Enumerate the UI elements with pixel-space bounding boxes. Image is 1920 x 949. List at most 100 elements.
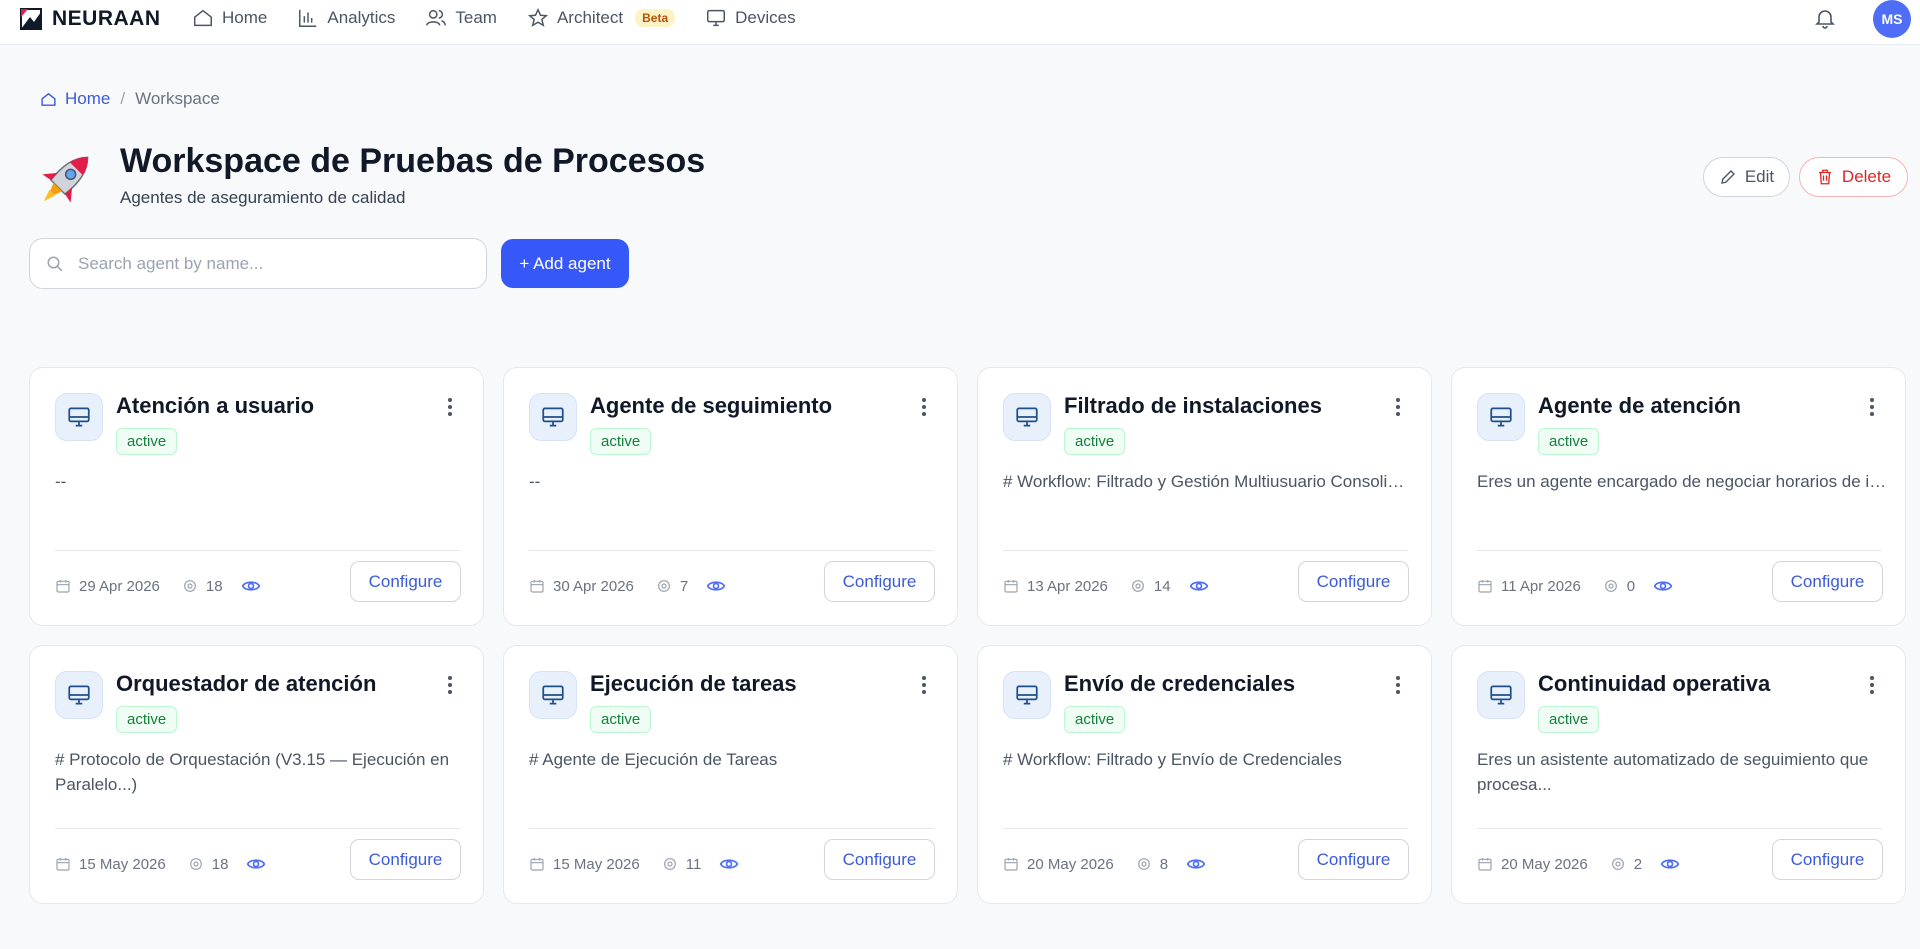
user-avatar[interactable]: MS [1873, 0, 1911, 38]
more-options-icon[interactable] [914, 673, 934, 697]
card-divider [529, 550, 934, 551]
page-title: Workspace de Pruebas de Procesos [120, 142, 706, 180]
agent-name[interactable]: Agente de atención [1538, 393, 1741, 419]
card-divider [1003, 828, 1408, 829]
agent-card: Agente de atención active Eres un agente… [1451, 367, 1906, 626]
agents-grid: Atención a usuario active -- 29 Apr 2026… [29, 367, 1909, 904]
more-options-icon[interactable] [1388, 673, 1408, 697]
nav-item-analytics[interactable]: Analytics [297, 7, 395, 29]
breadcrumb-home[interactable]: Home [40, 89, 110, 109]
activity-icon [189, 858, 202, 870]
agent-date: 20 May 2026 [1027, 855, 1114, 873]
agent-icon [55, 671, 103, 719]
agent-description: # Workflow: Filtrado y Gestión Multiusua… [1003, 472, 1413, 491]
status-badge: active [1538, 428, 1600, 455]
agent-name[interactable]: Agente de seguimiento [590, 393, 832, 419]
star-icon [527, 8, 549, 27]
monitor-icon [68, 407, 90, 427]
more-options-icon[interactable] [1388, 395, 1408, 419]
add-agent-button[interactable]: + Add agent [501, 239, 629, 288]
eye-icon[interactable] [1186, 854, 1206, 874]
agent-name[interactable]: Filtrado de instalaciones [1064, 393, 1322, 419]
eye-icon[interactable] [1189, 576, 1209, 596]
agent-icon [1477, 393, 1525, 441]
bell-icon[interactable] [1813, 6, 1837, 30]
configure-button[interactable]: Configure [350, 839, 461, 880]
home-icon [194, 9, 212, 27]
nav-item-label: Architect [556, 8, 624, 27]
status-badge: active [116, 706, 178, 733]
brand-logo[interactable]: NEURAAN [20, 7, 161, 31]
card-footer: 11 Apr 2026 0 [1477, 576, 1673, 596]
card-divider [1477, 550, 1882, 551]
more-options-icon[interactable] [440, 395, 460, 419]
configure-button[interactable]: Configure [1772, 561, 1883, 602]
search-icon [47, 256, 63, 271]
agent-count: 18 [205, 577, 223, 595]
nav-item-label: Devices [735, 8, 796, 27]
agent-description: -- [55, 472, 67, 491]
more-options-icon[interactable] [914, 395, 934, 419]
agent-name[interactable]: Continuidad operativa [1538, 671, 1770, 697]
eye-icon[interactable] [1660, 854, 1680, 874]
agent-count: 14 [1153, 577, 1171, 595]
agent-name[interactable]: Atención a usuario [116, 393, 314, 419]
more-options-icon[interactable] [440, 673, 460, 697]
configure-button[interactable]: Configure [1772, 839, 1883, 880]
configure-button[interactable]: Configure [824, 561, 935, 602]
nav-item-label: Analytics [327, 8, 396, 27]
eye-icon[interactable] [246, 854, 266, 874]
nav-item-devices[interactable]: Devices [705, 7, 796, 29]
card-footer: 15 May 2026 11 [529, 854, 739, 874]
configure-button[interactable]: Configure [350, 561, 461, 602]
eye-icon[interactable] [241, 576, 261, 596]
activity-icon [1611, 858, 1624, 870]
activity-icon [1604, 580, 1617, 592]
eye-icon[interactable] [1653, 576, 1673, 596]
nav-item-team[interactable]: Team [425, 7, 497, 29]
agent-name[interactable]: Orquestador de atención [116, 671, 376, 697]
agent-card: Envío de credenciales active # Workflow:… [977, 645, 1432, 904]
card-footer: 20 May 2026 2 [1477, 854, 1680, 874]
delete-button[interactable]: Delete [1799, 157, 1908, 197]
agent-icon [529, 393, 577, 441]
agent-description: # Workflow: Filtrado y Envío de Credenci… [1003, 750, 1342, 769]
search-input[interactable] [78, 253, 458, 274]
agent-description: -- [529, 472, 541, 491]
monitor-icon [1490, 407, 1512, 427]
activity-icon [1131, 580, 1144, 592]
agent-description: Eres un agente encargado de negociar hor… [1477, 472, 1887, 491]
brand-name: NEURAAN [52, 7, 161, 30]
eye-icon[interactable] [719, 854, 739, 874]
agent-name[interactable]: Envío de credenciales [1064, 671, 1295, 697]
monitor-icon [1016, 685, 1038, 705]
home-icon [41, 92, 56, 106]
more-options-icon[interactable] [1862, 395, 1882, 419]
main-nav: Home Analytics Team Architect Beta Devic… [192, 0, 826, 36]
edit-button[interactable]: Edit [1703, 157, 1790, 197]
breadcrumb-separator: / [120, 89, 126, 108]
activity-icon [1137, 858, 1150, 870]
eye-icon[interactable] [706, 576, 726, 596]
agent-card: Ejecución de tareas active # Agente de E… [503, 645, 958, 904]
nav-item-home[interactable]: Home [192, 7, 267, 29]
agent-count: 0 [1626, 577, 1636, 595]
agent-card: Continuidad operativa active Eres un asi… [1451, 645, 1906, 904]
agent-date: 30 Apr 2026 [553, 577, 634, 595]
nav-item-architect[interactable]: Architect Beta [527, 7, 676, 29]
breadcrumb-home-label: Home [65, 89, 111, 108]
breadcrumb-current: Workspace [135, 89, 220, 108]
activity-icon [183, 580, 196, 592]
users-icon [426, 9, 447, 26]
page-subtitle: Agentes de aseguramiento de calidad [120, 188, 406, 207]
agent-name[interactable]: Ejecución de tareas [590, 671, 797, 697]
calendar-icon [1004, 580, 1018, 593]
configure-button[interactable]: Configure [1298, 561, 1409, 602]
delete-button-label: Delete [1841, 167, 1892, 186]
configure-button[interactable]: Configure [1298, 839, 1409, 880]
configure-button[interactable]: Configure [824, 839, 935, 880]
monitor-icon [542, 407, 564, 427]
more-options-icon[interactable] [1862, 673, 1882, 697]
monitor-icon [542, 685, 564, 705]
card-divider [1477, 828, 1882, 829]
